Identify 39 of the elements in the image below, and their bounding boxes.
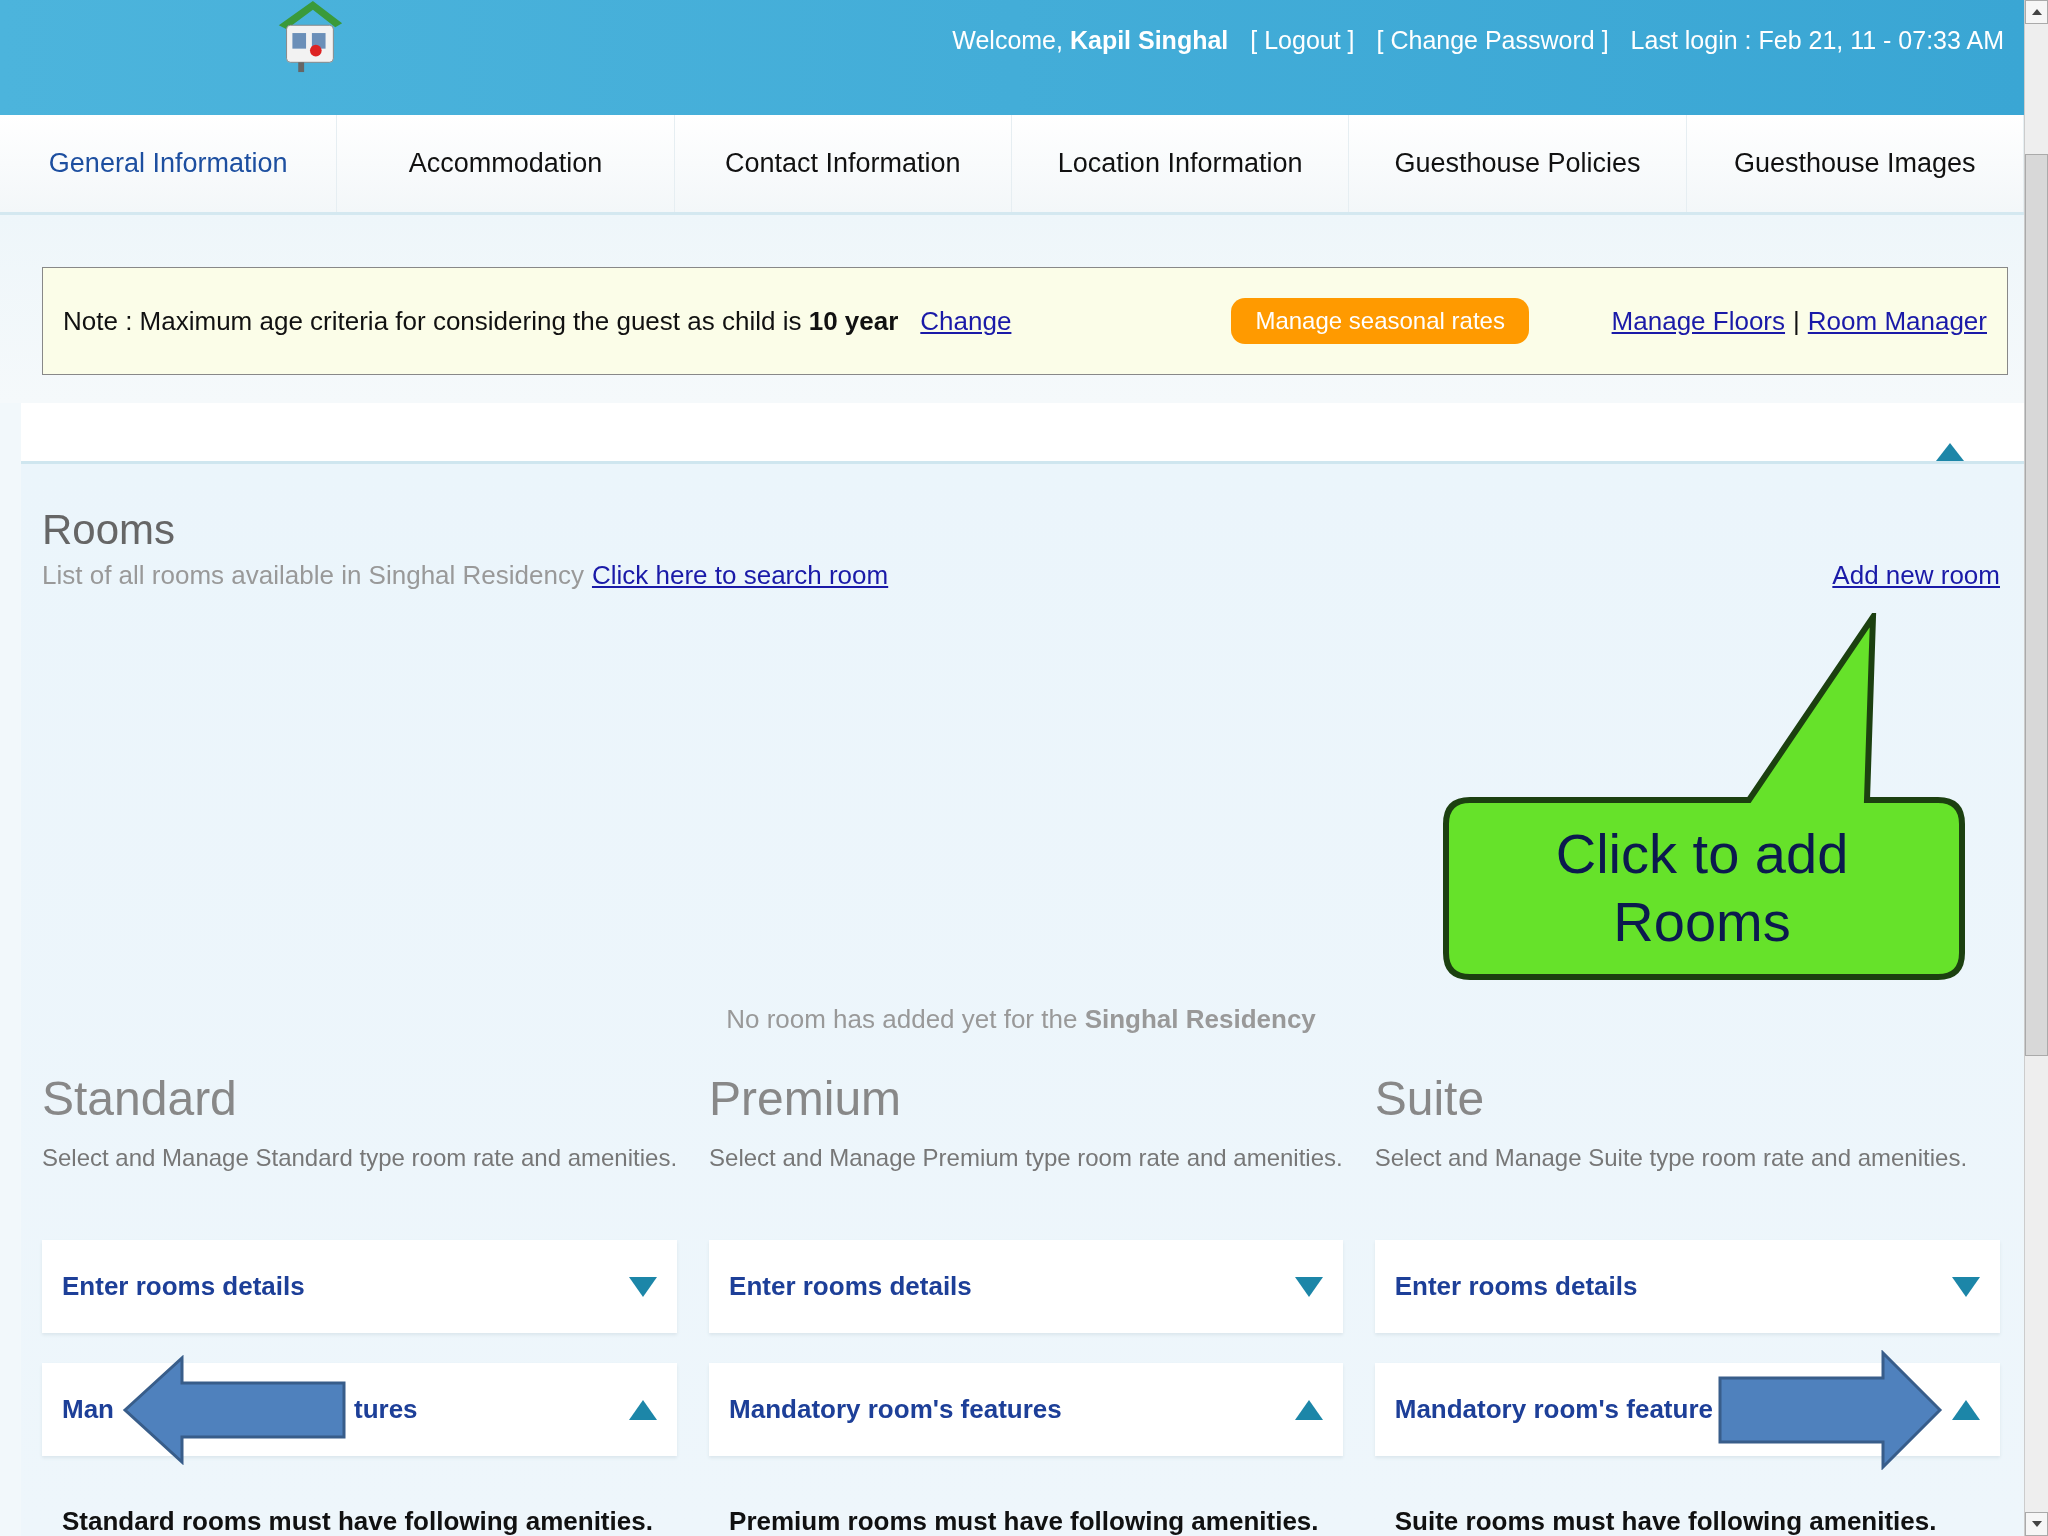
search-room-link[interactable]: Click here to search room: [591, 560, 889, 591]
tab[interactable]: General Information: [0, 115, 338, 212]
panel-title: Enter rooms details: [62, 1271, 305, 1302]
room-manager-link[interactable]: Room Manager: [1807, 305, 1987, 337]
room-type-description: Select and Manage Suite type room rate and amenities.: [1374, 1144, 1969, 1172]
tab[interactable]: Accommodation: [337, 115, 675, 212]
panel-title: Enter rooms details: [1394, 1271, 1638, 1302]
room-type-description: Select and Manage Premium type room rate and amenities.: [709, 1144, 1343, 1172]
welcome-text: Welcome, Kapil Singhal: [952, 26, 1229, 55]
room-type-title: Suite: [1374, 1071, 1486, 1126]
section-title: Rooms: [42, 506, 177, 554]
tab[interactable]: Guesthouse Images: [1686, 115, 2024, 212]
room-type-title: Standard: [42, 1071, 238, 1126]
panel-title: Man: [62, 1394, 114, 1425]
room-type-description: Select and Manage Standard type room rate and amenities.: [42, 1144, 678, 1172]
accordion-panel[interactable]: Enter rooms details: [42, 1240, 678, 1333]
separator-text: |: [1793, 305, 1800, 337]
subtitle-text: List of all rooms available in Singhal Residency: [42, 560, 584, 591]
panel-title: Mandatory room's features: [729, 1394, 1062, 1425]
tab[interactable]: Guesthouse Policies: [1349, 115, 1687, 212]
accordion-panel[interactable]: Mandatory room's features: [709, 1363, 1343, 1456]
add-room-link[interactable]: Add new room: [1832, 560, 2000, 591]
accordion-panel[interactable]: Enter rooms details: [1374, 1240, 2000, 1333]
room-type-title: Premium: [709, 1071, 903, 1126]
callout-text: Click to add Rooms: [1554, 821, 1850, 955]
amenities-note: Suite rooms must have following amenities.: [1393, 1506, 1938, 1536]
empty-message: No room has added yet for the Singhal Residency: [725, 1004, 1317, 1035]
amenities-note: Standard rooms must have following amenities.: [61, 1506, 654, 1536]
last-login-text: Last login : Feb 21, 11 - 07:33 AM: [1630, 26, 2004, 55]
panel-title: Mandatory room's feature: [1394, 1394, 1713, 1425]
amenities-note: Premium rooms must have following amenities.: [728, 1506, 1320, 1536]
panel-title: Enter rooms details: [729, 1271, 972, 1302]
manage-floors-link[interactable]: Manage Floors: [1611, 305, 1786, 337]
panel-title: tures: [354, 1394, 418, 1425]
tab[interactable]: Location Information: [1012, 115, 1350, 212]
tab[interactable]: Contact Information: [674, 115, 1012, 212]
change-link[interactable]: Change: [920, 305, 1012, 337]
note-text: Note : Maximum age criteria for considering the guest as child is 10 year: [63, 305, 899, 337]
accordion-panel[interactable]: Enter rooms details: [709, 1240, 1343, 1333]
